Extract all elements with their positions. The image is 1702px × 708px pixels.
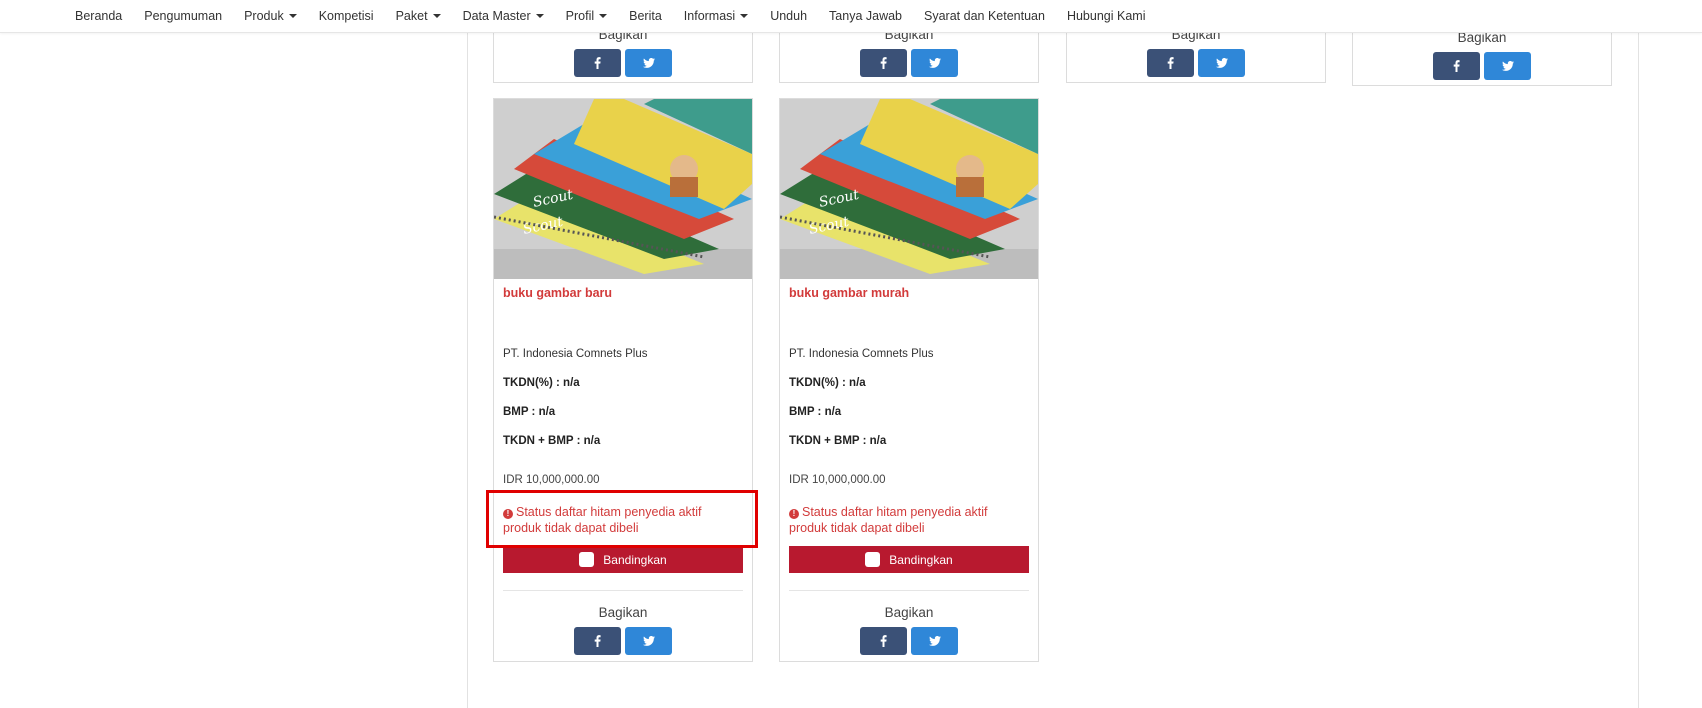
nav-pengumuman[interactable]: Pengumuman — [144, 9, 222, 23]
tkdn-value: TKDN(%) : n/a — [503, 377, 580, 389]
share-section: Bagikan — [780, 605, 1038, 655]
info-circle-icon: ! — [503, 509, 513, 519]
blacklist-status-message: ! Status daftar hitam penyedia aktif prod… — [503, 505, 702, 535]
facebook-icon — [1167, 57, 1174, 69]
share-section: Bagikan — [1353, 30, 1611, 80]
product-title[interactable]: buku gambar baru — [503, 286, 612, 300]
twitter-share-button[interactable] — [911, 627, 958, 655]
twitter-icon — [1501, 61, 1514, 71]
compare-button[interactable]: Bandingkan — [503, 546, 743, 573]
facebook-share-button[interactable] — [1433, 52, 1480, 80]
product-image[interactable]: Scout Scout — [780, 99, 1038, 279]
drawing-book-image: Scout Scout — [780, 99, 1038, 279]
nav-unduh[interactable]: Unduh — [770, 9, 807, 23]
product-title[interactable]: buku gambar murah — [789, 286, 909, 300]
nav-hubungi-kami[interactable]: Hubungi Kami — [1067, 9, 1146, 23]
nav-berita[interactable]: Berita — [629, 9, 662, 23]
caret-down-icon — [432, 14, 441, 18]
bmp-value: BMP : n/a — [789, 406, 842, 418]
twitter-share-button[interactable] — [1484, 52, 1531, 80]
twitter-icon — [1215, 58, 1228, 68]
twitter-share-button[interactable] — [625, 49, 672, 77]
facebook-icon — [594, 57, 601, 69]
nav-menu: Beranda Pengumuman Produk Kompetisi Pake… — [64, 0, 1156, 32]
facebook-icon — [880, 635, 887, 647]
nav-paket[interactable]: Paket — [396, 9, 441, 23]
product-image[interactable]: Scout Scout — [494, 99, 752, 279]
divider — [503, 590, 743, 591]
facebook-share-button[interactable] — [574, 49, 621, 77]
compare-checkbox[interactable] — [579, 552, 595, 567]
compare-button[interactable]: Bandingkan — [789, 546, 1029, 573]
bmp-value: BMP : n/a — [503, 406, 556, 418]
caret-down-icon — [535, 14, 544, 18]
caret-down-icon — [288, 14, 297, 18]
twitter-icon — [928, 636, 941, 646]
twitter-icon — [642, 636, 655, 646]
nav-data-master[interactable]: Data Master — [463, 9, 544, 23]
vendor-name: PT. Indonesia Comnets Plus — [503, 348, 648, 360]
drawing-book-image: Scout Scout — [494, 99, 752, 279]
tkdn-value: TKDN(%) : n/a — [789, 377, 866, 389]
nav-beranda[interactable]: Beranda — [75, 9, 122, 23]
facebook-share-button[interactable] — [574, 627, 621, 655]
nav-syarat-ketentuan[interactable]: Syarat dan Ketentuan — [924, 9, 1045, 23]
nav-produk[interactable]: Produk — [244, 9, 297, 23]
share-section: Bagikan — [780, 27, 1038, 77]
blacklist-status-message: ! Status daftar hitam penyedia aktif prod… — [789, 505, 988, 535]
share-section: Bagikan — [494, 27, 752, 77]
twitter-share-button[interactable] — [911, 49, 958, 77]
tkdn-bmp-value: TKDN + BMP : n/a — [503, 435, 601, 447]
tkdn-bmp-value: TKDN + BMP : n/a — [789, 435, 887, 447]
facebook-icon — [1453, 60, 1460, 72]
twitter-share-button[interactable] — [1198, 49, 1245, 77]
vendor-name: PT. Indonesia Comnets Plus — [789, 348, 934, 360]
nav-kompetisi[interactable]: Kompetisi — [319, 9, 374, 23]
share-label: Bagikan — [884, 605, 934, 620]
product-price: IDR 10,000,000.00 — [503, 474, 600, 486]
facebook-share-button[interactable] — [860, 49, 907, 77]
facebook-share-button[interactable] — [1147, 49, 1194, 77]
caret-down-icon — [599, 14, 608, 18]
nav-tanya-jawab[interactable]: Tanya Jawab — [829, 9, 902, 23]
divider — [789, 590, 1029, 591]
twitter-share-button[interactable] — [625, 627, 672, 655]
caret-down-icon — [740, 14, 749, 18]
facebook-share-button[interactable] — [860, 627, 907, 655]
share-label: Bagikan — [598, 605, 648, 620]
twitter-icon — [642, 58, 655, 68]
product-card: Scout Scout buku gambar baru PT. Indones… — [493, 98, 753, 662]
top-navbar: Beranda Pengumuman Produk Kompetisi Pake… — [0, 0, 1702, 33]
nav-profil[interactable]: Profil — [566, 9, 608, 23]
twitter-icon — [928, 58, 941, 68]
info-circle-icon: ! — [789, 509, 799, 519]
share-section: Bagikan — [1067, 27, 1325, 77]
compare-checkbox[interactable] — [865, 552, 881, 567]
product-price: IDR 10,000,000.00 — [789, 474, 886, 486]
facebook-icon — [880, 57, 887, 69]
share-section: Bagikan — [494, 605, 752, 655]
product-card: Scout Scout buku gambar murah PT. Indone… — [779, 98, 1039, 662]
nav-informasi[interactable]: Informasi — [684, 9, 749, 23]
facebook-icon — [594, 635, 601, 647]
